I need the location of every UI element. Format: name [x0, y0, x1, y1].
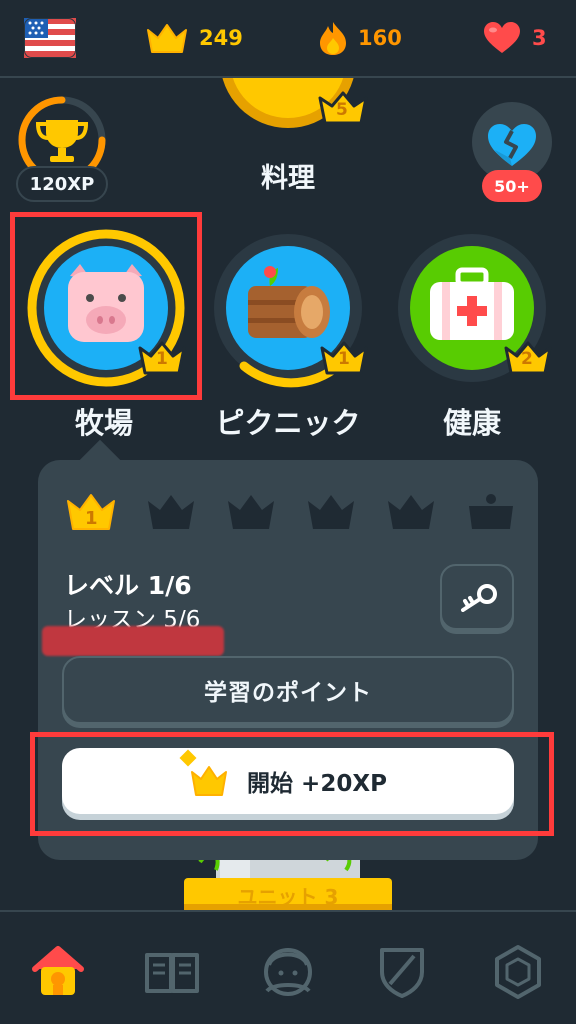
crown-level-locked-icon [228, 495, 274, 529]
skill-label: 健康 [442, 406, 501, 440]
tips-button[interactable]: 学習のポイント [62, 656, 514, 724]
crown-level-locked-icon [388, 495, 434, 529]
skill-crown-number: 2 [521, 349, 533, 369]
crowns-counter[interactable]: 249 [145, 20, 243, 56]
top-bar: 249 160 3 [0, 0, 576, 78]
key-icon [461, 584, 497, 612]
profile-icon[interactable] [258, 942, 318, 1002]
us-flag-icon[interactable] [24, 18, 76, 58]
skill-crown-number: 1 [156, 349, 168, 369]
heart-icon [484, 22, 520, 53]
level-text: レベル 1/6 [64, 571, 192, 600]
streak-counter[interactable]: 160 [318, 20, 402, 56]
start-button-label: 開始 +20XP [247, 771, 387, 797]
active-crown-number: 1 [85, 508, 98, 529]
crowns-count: 249 [199, 26, 243, 50]
legendary-crown-icon [469, 494, 513, 529]
fire-icon [320, 22, 346, 55]
crown-icon [147, 24, 187, 53]
crown-icon [191, 766, 228, 796]
start-lesson-button[interactable]: 開始 +20XP [62, 748, 514, 814]
test-out-key-button[interactable] [440, 564, 514, 630]
section-title: 料理 [261, 163, 315, 194]
leagues-shield-icon[interactable] [372, 942, 432, 1002]
progress-bar-redacted [42, 626, 224, 656]
hearts-counter[interactable]: 3 [482, 20, 547, 56]
skill-label: ピクニック [215, 406, 361, 440]
bottom-navigation [0, 910, 576, 1024]
streak-count: 160 [358, 26, 402, 50]
skill-crown-number: 1 [338, 349, 350, 369]
top-skill-crown-number: 5 [336, 100, 348, 120]
crown-levels-row [64, 492, 518, 532]
crown-level-locked-icon [148, 495, 194, 529]
stories-icon[interactable] [142, 942, 202, 1002]
unit-label: ユニット 3 [237, 884, 339, 909]
hearts-count: 3 [532, 26, 547, 50]
crown-level-locked-icon [308, 495, 354, 529]
home-icon[interactable] [28, 942, 88, 1002]
shop-icon[interactable] [488, 942, 548, 1002]
skill-label: 牧場 [74, 406, 133, 440]
